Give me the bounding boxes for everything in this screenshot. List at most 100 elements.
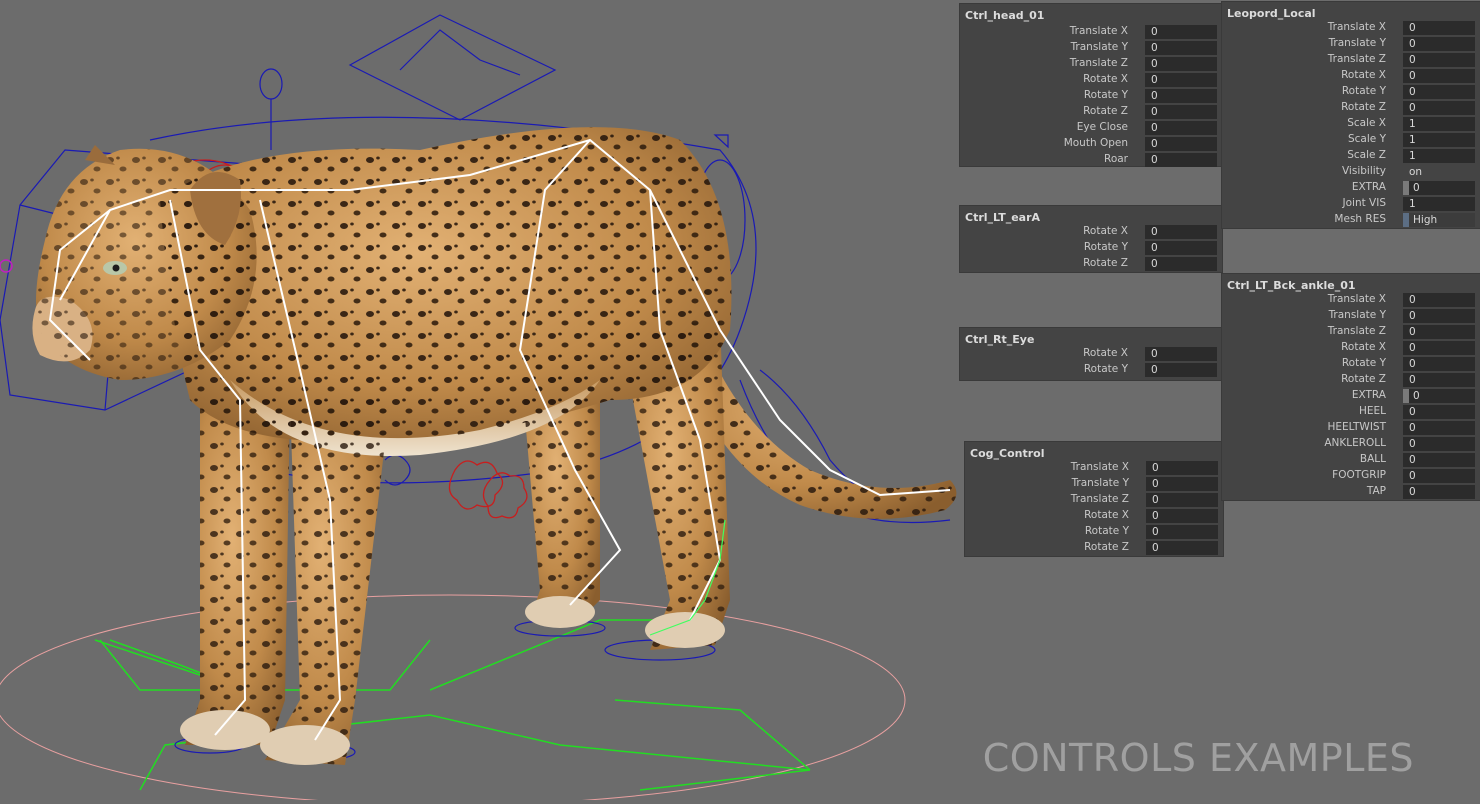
attribute-value-field[interactable]: 0 <box>1145 257 1217 271</box>
attribute-value-field[interactable]: 0 <box>1403 309 1475 323</box>
attribute-value-field[interactable]: 0 <box>1146 509 1218 523</box>
attribute-value-field[interactable]: 0 <box>1145 73 1217 87</box>
attribute-value-field[interactable]: 0 <box>1145 121 1217 135</box>
attribute-value-field[interactable]: 0 <box>1403 293 1475 307</box>
attribute-row: Joint VIS 1 <box>1222 196 1480 212</box>
attribute-label: Rotate Z <box>1341 373 1386 385</box>
attribute-value-field[interactable]: 0 <box>1403 37 1475 51</box>
attribute-row: Translate Z 0 <box>965 492 1223 508</box>
attribute-label: Rotate Y <box>1084 525 1129 537</box>
attribute-label: Eye Close <box>1076 121 1128 133</box>
attribute-row: Translate Z 0 <box>1222 324 1480 340</box>
attribute-value-field[interactable]: 0 <box>1146 477 1218 491</box>
attribute-value-field[interactable]: 0 <box>1403 21 1475 35</box>
attribute-value-field[interactable]: 0 <box>1403 405 1475 419</box>
attribute-value-field[interactable]: 0 <box>1145 57 1217 71</box>
attribute-row: Rotate Y 0 <box>960 88 1222 104</box>
attribute-label: Rotate Y <box>1341 357 1386 369</box>
attribute-value-field[interactable]: 0 <box>1403 181 1475 195</box>
attribute-label: Rotate X <box>1341 69 1386 81</box>
attribute-value-field[interactable]: on <box>1403 165 1475 179</box>
attribute-value-field[interactable]: 0 <box>1145 241 1217 255</box>
attribute-value-field[interactable]: 0 <box>1403 437 1475 451</box>
attribute-label: TAP <box>1366 485 1386 497</box>
attribute-row: Translate Y 0 <box>1222 308 1480 324</box>
attribute-label: Translate X <box>1327 293 1386 305</box>
attribute-label: HEELTWIST <box>1327 421 1386 433</box>
attribute-row: Rotate X 0 <box>1222 340 1480 356</box>
attribute-value-field[interactable]: 0 <box>1145 105 1217 119</box>
attribute-rows: Translate X 0 Translate Y 0 Translate Z 0 Rota… <box>960 24 1222 168</box>
panel-title: Ctrl_LT_Bck_ankle_01 <box>1227 279 1356 292</box>
attribute-label: Translate Y <box>1071 477 1129 489</box>
attribute-label: Rotate Z <box>1341 101 1386 113</box>
attribute-value-field[interactable]: 0 <box>1145 363 1217 377</box>
attribute-row: Rotate Z 0 <box>960 256 1222 272</box>
panel-title: Ctrl_LT_earA <box>965 211 1041 224</box>
attribute-label: Rotate X <box>1083 73 1128 85</box>
attribute-value-field[interactable]: 0 <box>1403 325 1475 339</box>
attribute-row: HEEL 0 <box>1222 404 1480 420</box>
ground-circle[interactable] <box>0 594 906 804</box>
attribute-value-field[interactable]: 1 <box>1403 133 1475 147</box>
attribute-value-field[interactable]: 0 <box>1403 53 1475 67</box>
attribute-value-field[interactable]: 0 <box>1145 25 1217 39</box>
attribute-label: Scale Y <box>1347 133 1386 145</box>
attribute-label: BALL <box>1359 453 1386 465</box>
attribute-label: Rotate Z <box>1083 257 1128 269</box>
attribute-value-field[interactable]: 0 <box>1145 137 1217 151</box>
attribute-row: Visibility on <box>1222 164 1480 180</box>
attribute-value-field[interactable]: 0 <box>1145 347 1217 361</box>
attribute-label: Translate X <box>1327 21 1386 33</box>
attribute-value-field[interactable]: 0 <box>1403 373 1475 387</box>
attribute-value-field[interactable]: 0 <box>1146 461 1218 475</box>
attribute-value-field[interactable]: 1 <box>1403 197 1475 211</box>
attribute-value-field[interactable]: 1 <box>1403 149 1475 163</box>
attribute-value-field[interactable]: 0 <box>1403 101 1475 115</box>
attribute-value-field[interactable]: 0 <box>1403 389 1475 403</box>
attribute-value-field[interactable]: 0 <box>1403 469 1475 483</box>
attribute-label: Translate X <box>1069 25 1128 37</box>
attribute-row: Translate Z 0 <box>960 56 1222 72</box>
attribute-label: Translate X <box>1070 461 1129 473</box>
attribute-value-field[interactable]: 0 <box>1403 341 1475 355</box>
attribute-value-field[interactable]: 0 <box>1145 225 1217 239</box>
attribute-value-field[interactable]: 0 <box>1403 421 1475 435</box>
attribute-label: EXTRA <box>1351 181 1386 193</box>
attribute-row: Translate Y 0 <box>965 476 1223 492</box>
attribute-label: Mouth Open <box>1063 137 1128 149</box>
attribute-row: Rotate X 0 <box>965 508 1223 524</box>
attribute-value-field[interactable]: 0 <box>1146 493 1218 507</box>
attribute-label: Joint VIS <box>1342 197 1387 209</box>
attribute-panel-cog-control: Cog_Control Translate X 0 Translate Y 0 Tran… <box>965 442 1223 556</box>
attribute-row: Scale Z 1 <box>1222 148 1480 164</box>
attribute-row: Rotate Z 0 <box>965 540 1223 556</box>
attribute-value-field[interactable]: 0 <box>1403 453 1475 467</box>
attribute-row: Mouth Open 0 <box>960 136 1222 152</box>
attribute-label: FOOTGRIP <box>1332 469 1386 481</box>
attribute-value-field[interactable]: 0 <box>1145 41 1217 55</box>
attribute-row: Rotate Y 0 <box>960 362 1222 378</box>
attribute-value-field[interactable]: 0 <box>1146 525 1218 539</box>
attribute-panel-leopord-local: Leopord_Local Translate X 0 Translate Y 0 Tr… <box>1222 2 1480 228</box>
attribute-value-field[interactable]: 0 <box>1403 85 1475 99</box>
attribute-value-field[interactable]: 0 <box>1145 89 1217 103</box>
attribute-rows: Rotate X 0 Rotate Y 0 Rotate Z 0 <box>960 224 1222 272</box>
attribute-label: Translate Y <box>1070 41 1128 53</box>
attribute-row: Rotate Y 0 <box>960 240 1222 256</box>
attribute-value-field[interactable]: 1 <box>1403 117 1475 131</box>
attribute-row: Rotate X 0 <box>960 346 1222 362</box>
attribute-value-field[interactable]: 0 <box>1403 485 1475 499</box>
attribute-label: Scale X <box>1347 117 1386 129</box>
attribute-row: Translate X 0 <box>1222 20 1480 36</box>
attribute-row: Translate Z 0 <box>1222 52 1480 68</box>
attribute-panel-ctrl-lt-ear: Ctrl_LT_earA Rotate X 0 Rotate Y 0 Rotate Z 0 <box>960 206 1222 272</box>
attribute-label: Translate Z <box>1069 57 1128 69</box>
attribute-row: Translate Y 0 <box>960 40 1222 56</box>
attribute-value-field[interactable]: 0 <box>1146 541 1218 555</box>
attribute-value-field[interactable]: 0 <box>1145 153 1217 167</box>
attribute-value-field[interactable]: High <box>1403 213 1475 227</box>
attribute-value-field[interactable]: 0 <box>1403 357 1475 371</box>
attribute-value-field[interactable]: 0 <box>1403 69 1475 83</box>
leopard-model[interactable] <box>32 127 957 765</box>
